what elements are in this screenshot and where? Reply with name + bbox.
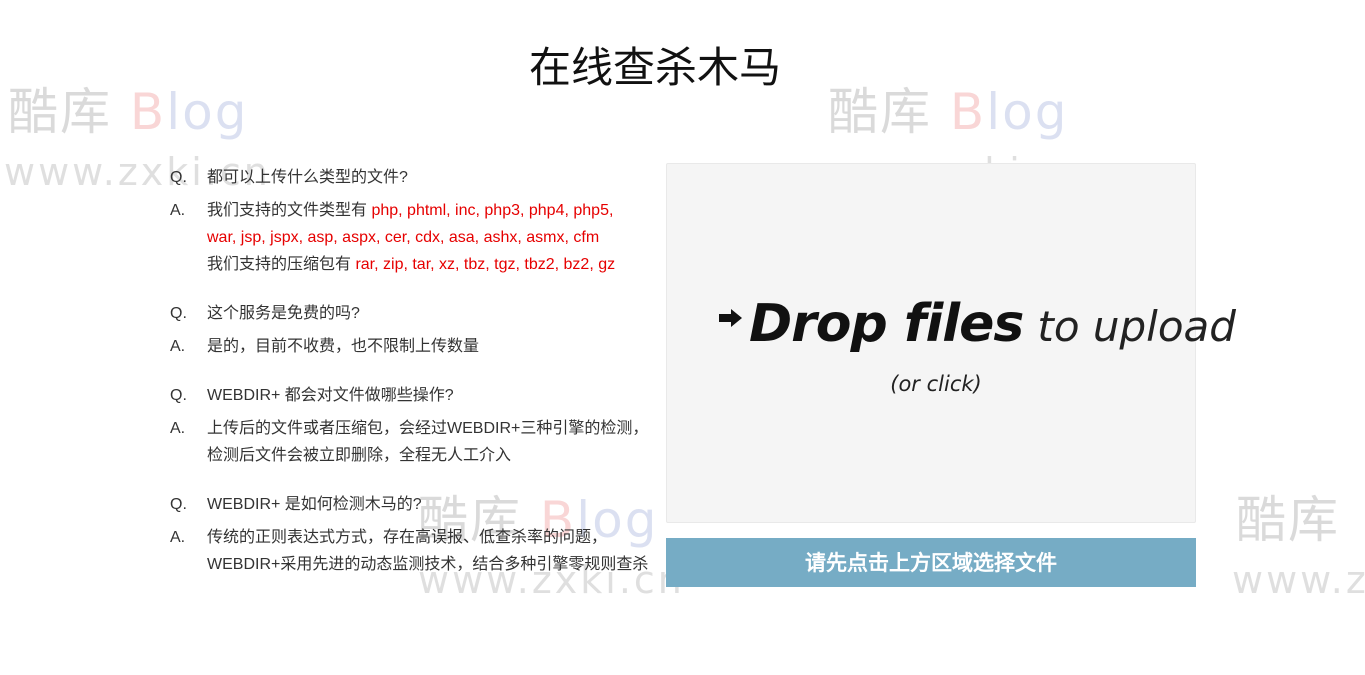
- answer-tag: A.: [170, 338, 186, 355]
- watermark-url: www.zxki.cn: [1232, 558, 1365, 602]
- question-text: WEBDIR+ 都会对文件做哪些操作?: [207, 387, 454, 404]
- faq-answer: A. 我们支持的文件类型有 php, phtml, inc, php3, php…: [170, 197, 650, 278]
- archive-types-list: rar, zip, tar, xz, tbz, tgz, tbz2, bz2, …: [355, 256, 616, 273]
- answer-text: 上传后的文件或者压缩包，会经过WEBDIR+三种引擎的检测，检测后文件会被立即删…: [207, 420, 649, 464]
- faq-answer: A. 上传后的文件或者压缩包，会经过WEBDIR+三种引擎的检测，检测后文件会被…: [170, 415, 650, 469]
- faq-item: Q. WEBDIR+ 是如何检测木马的? A. 传统的正则表达式方式，存在高误报…: [170, 491, 650, 578]
- page: 酷库 Blog www.zxki.cn 酷库 Blog www.zxki.cn …: [0, 0, 1365, 675]
- question-tag: Q.: [170, 387, 187, 404]
- faq-question: Q. 这个服务是免费的吗?: [170, 300, 650, 327]
- faq-question: Q. WEBDIR+ 都会对文件做哪些操作?: [170, 382, 650, 409]
- dropzone-message: Drop files to upload: [719, 294, 1236, 354]
- faq-question: Q. 都可以上传什么类型的文件?: [170, 164, 650, 191]
- arrow-right-icon: [719, 308, 743, 328]
- answer-prefix: 我们支持的压缩包有: [207, 256, 356, 273]
- upload-button[interactable]: 请先点击上方区域选择文件: [666, 538, 1196, 587]
- faq-answer: A. 传统的正则表达式方式，存在高误报、低查杀率的问题，WEBDIR+采用先进的…: [170, 524, 650, 578]
- faq-list: Q. 都可以上传什么类型的文件? A. 我们支持的文件类型有 php, phtm…: [170, 164, 650, 600]
- faq-item: Q. 都可以上传什么类型的文件? A. 我们支持的文件类型有 php, phtm…: [170, 164, 650, 278]
- question-text: 这个服务是免费的吗?: [207, 305, 360, 322]
- answer-prefix: 我们支持的文件类型有: [207, 202, 372, 219]
- watermark-logo: 酷库: [1236, 491, 1340, 549]
- dropzone-subtitle: to upload: [1037, 302, 1236, 351]
- answer-text: 我们支持的文件类型有 php, phtml, inc, php3, php4, …: [207, 197, 650, 278]
- question-tag: Q.: [170, 496, 187, 513]
- answer-text: 是的，目前不收费，也不限制上传数量: [207, 338, 480, 355]
- file-types-list: war, jsp, jspx, asp, aspx, cer, cdx, asa…: [207, 229, 600, 246]
- question-tag: Q.: [170, 169, 187, 186]
- faq-item: Q. WEBDIR+ 都会对文件做哪些操作? A. 上传后的文件或者压缩包，会经…: [170, 382, 650, 469]
- question-text: WEBDIR+ 是如何检测木马的?: [207, 496, 422, 513]
- dropzone-title: Drop files: [749, 294, 1024, 354]
- question-text: 都可以上传什么类型的文件?: [207, 169, 408, 186]
- question-tag: Q.: [170, 305, 187, 322]
- answer-text: 传统的正则表达式方式，存在高误报、低查杀率的问题，WEBDIR+采用先进的动态监…: [207, 529, 649, 573]
- page-title: 在线查杀木马: [528, 43, 781, 92]
- answer-tag: A.: [170, 202, 186, 219]
- dropzone-hint: (or click): [890, 372, 982, 396]
- faq-question: Q. WEBDIR+ 是如何检测木马的?: [170, 491, 650, 518]
- file-types-list: php, phtml, inc, php3, php4, php5,: [371, 202, 614, 219]
- file-dropzone[interactable]: Drop files to upload (or click): [666, 163, 1236, 523]
- faq-answer: A. 是的，目前不收费，也不限制上传数量: [170, 333, 650, 360]
- answer-tag: A.: [170, 529, 186, 546]
- faq-item: Q. 这个服务是免费的吗? A. 是的，目前不收费，也不限制上传数量: [170, 300, 650, 360]
- answer-tag: A.: [170, 420, 186, 437]
